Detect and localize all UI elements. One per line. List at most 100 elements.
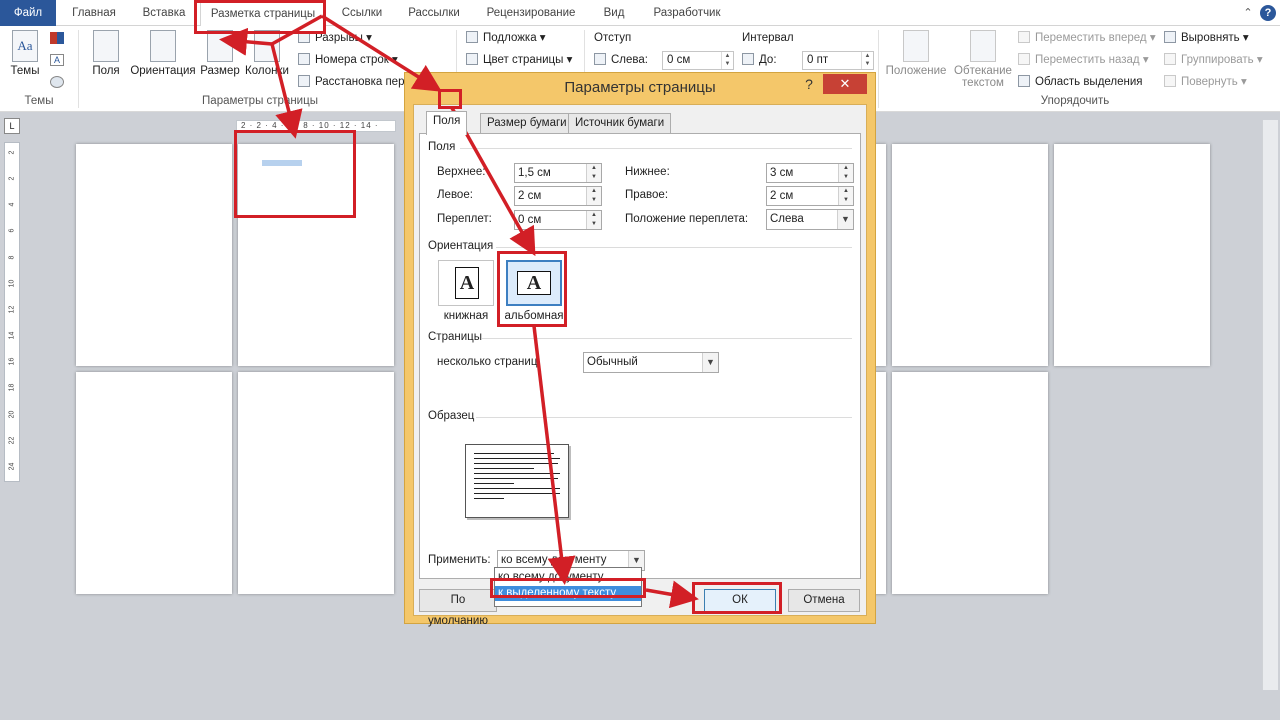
- tab-margins[interactable]: Поля: [426, 111, 468, 135]
- document-page[interactable]: [76, 144, 232, 366]
- spacing-before-label: До:: [742, 50, 777, 70]
- bring-forward-button[interactable]: Переместить вперед ▾: [1018, 28, 1156, 48]
- annotation-box-ok: [692, 582, 782, 614]
- multiple-pages-label: несколько страниц:: [437, 356, 541, 368]
- collapse-ribbon-icon[interactable]: ⌃: [1240, 5, 1256, 21]
- hyphenation-button[interactable]: Расстановка пер: [298, 72, 404, 92]
- page-color-icon: [466, 53, 478, 65]
- wrap-text-button[interactable]: Обтекание текстом: [952, 30, 1014, 89]
- page-setup-group-label: Параметры страницы: [202, 95, 318, 107]
- size-button[interactable]: Размер: [200, 30, 240, 77]
- top-margin-input[interactable]: 1,5 см ▲ ▼: [514, 163, 602, 183]
- wrap-text-icon: [970, 30, 996, 62]
- vertical-scrollbar[interactable]: [1262, 120, 1278, 690]
- columns-button[interactable]: Колонки: [242, 30, 292, 77]
- orientation-button[interactable]: Ориентация: [128, 30, 198, 77]
- spacing-before-icon: [742, 53, 754, 65]
- spacing-before-input[interactable]: 0 пт ▲ ▼: [802, 51, 874, 70]
- spin-arrows-icon[interactable]: ▲ ▼: [586, 187, 601, 205]
- spin-arrows-icon[interactable]: ▲ ▼: [838, 164, 853, 182]
- divider: [496, 247, 852, 248]
- gutter-input[interactable]: 0 см ▲ ▼: [514, 210, 602, 230]
- bottom-margin-label: Нижнее:: [625, 166, 670, 178]
- document-page[interactable]: [892, 144, 1048, 366]
- spin-arrows-icon[interactable]: ▲ ▼: [838, 187, 853, 205]
- tab-file[interactable]: Файл: [0, 0, 56, 26]
- theme-fonts-icon[interactable]: A: [50, 54, 64, 66]
- indent-left-icon: [594, 53, 606, 65]
- spin-arrows-icon[interactable]: ▲ ▼: [861, 52, 873, 69]
- tab-references[interactable]: Ссылки: [332, 0, 392, 26]
- tab-developer[interactable]: Разработчик: [640, 0, 734, 26]
- spin-arrows-icon[interactable]: ▲ ▼: [721, 52, 733, 69]
- tab-review[interactable]: Рецензирование: [476, 0, 586, 26]
- theme-colors-icon[interactable]: [50, 32, 64, 44]
- group-button[interactable]: Группировать ▾: [1164, 50, 1263, 70]
- help-icon[interactable]: ?: [1260, 5, 1276, 21]
- margins-section-title: Поля: [428, 141, 456, 153]
- vertical-ruler[interactable]: 2 2 4 6 8 10 12 14 16 18 20 22 24: [4, 142, 20, 482]
- margins-icon: [93, 30, 119, 62]
- chevron-down-icon[interactable]: ▼: [702, 353, 718, 372]
- theme-effects-icon[interactable]: [50, 76, 64, 88]
- ruler-tick-label: 2: [8, 150, 16, 155]
- portrait-label: книжная: [443, 310, 489, 322]
- group-separator: [878, 30, 879, 108]
- tab-paper-size[interactable]: Размер бумаги: [480, 113, 574, 134]
- close-icon[interactable]: ✕: [823, 74, 867, 94]
- help-icon[interactable]: ?: [799, 73, 819, 95]
- document-page[interactable]: [238, 372, 394, 594]
- cancel-button[interactable]: Отмена: [788, 589, 860, 612]
- ruler-tick-label: 8: [8, 255, 16, 260]
- document-page[interactable]: [892, 372, 1048, 594]
- multiple-pages-select[interactable]: Обычный ▼: [583, 352, 719, 373]
- size-icon: [207, 30, 233, 62]
- position-icon: [903, 30, 929, 62]
- watermark-button[interactable]: Подложка ▾: [466, 28, 546, 48]
- ruler-tick-label: 20: [8, 410, 16, 418]
- themes-button[interactable]: Aa Темы: [6, 30, 44, 77]
- indent-left-input[interactable]: 0 см ▲ ▼: [662, 51, 734, 70]
- rotate-button[interactable]: Повернуть ▾: [1164, 72, 1247, 92]
- divider: [476, 417, 852, 418]
- portrait-page-icon: A: [455, 267, 479, 299]
- tab-mailings[interactable]: Рассылки: [398, 0, 470, 26]
- spin-arrows-icon[interactable]: ▲ ▼: [586, 164, 601, 182]
- document-page[interactable]: [1054, 144, 1210, 366]
- set-default-button[interactable]: По умолчанию: [419, 589, 497, 627]
- document-page[interactable]: [76, 372, 232, 594]
- ruler-tick-label: 2: [8, 176, 16, 181]
- page-setup-dialog: Параметры страницы ? ✕ Поля Размер бумаг…: [404, 72, 876, 627]
- selection-pane-button[interactable]: Область выделения: [1018, 72, 1143, 92]
- themes-group-label: Темы: [24, 95, 54, 107]
- send-backward-button[interactable]: Переместить назад ▾: [1018, 50, 1149, 70]
- pages-section-title: Страницы: [428, 331, 482, 343]
- position-button[interactable]: Положение: [884, 30, 948, 77]
- chevron-down-icon[interactable]: ▼: [837, 210, 853, 229]
- spin-arrows-icon[interactable]: ▲ ▼: [586, 211, 601, 229]
- themes-icon: Aa: [12, 30, 38, 62]
- top-margin-label: Верхнее:: [437, 166, 486, 178]
- bottom-margin-input[interactable]: 3 см ▲ ▼: [766, 163, 854, 183]
- annotation-box-selected-text-option: [490, 578, 646, 598]
- orientation-icon: [150, 30, 176, 62]
- portrait-option[interactable]: A: [438, 260, 494, 306]
- tab-paper-source[interactable]: Источник бумаги: [568, 113, 672, 134]
- tab-view[interactable]: Вид: [592, 0, 636, 26]
- align-button[interactable]: Выровнять ▾: [1164, 28, 1249, 48]
- left-margin-label: Левое:: [437, 189, 473, 201]
- annotation-box-landscape: [497, 251, 567, 327]
- right-margin-input[interactable]: 2 см ▲ ▼: [766, 186, 854, 206]
- gutter-label: Переплет:: [437, 213, 492, 225]
- tab-insert[interactable]: Вставка: [132, 0, 196, 26]
- ruler-tick-label: 12: [8, 305, 16, 314]
- left-margin-input[interactable]: 2 см ▲ ▼: [514, 186, 602, 206]
- page-color-button[interactable]: Цвет страницы ▾: [466, 50, 572, 70]
- margins-button[interactable]: Поля: [88, 30, 124, 77]
- line-numbers-button[interactable]: Номера строк ▾: [298, 50, 398, 70]
- tab-selector-icon[interactable]: L: [4, 118, 20, 134]
- tab-home[interactable]: Главная: [60, 0, 128, 26]
- indent-left-label: Слева:: [594, 50, 648, 70]
- rotate-icon: [1164, 75, 1176, 87]
- gutter-position-select[interactable]: Слева ▼: [766, 209, 854, 230]
